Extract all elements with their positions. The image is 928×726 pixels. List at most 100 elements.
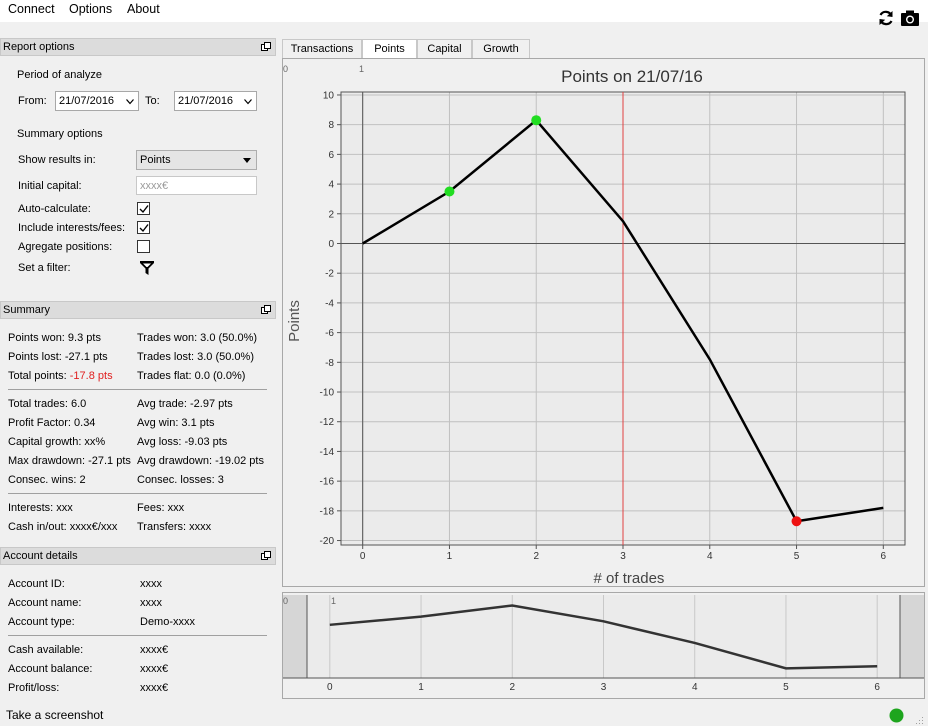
overview-chart[interactable]: 0 1 2 3 4 5 6 0 1 <box>283 593 924 698</box>
y-tick-label: 0 <box>328 239 334 250</box>
account-balance-label: Account balance: <box>8 663 93 675</box>
overview-x-tick-label: 0 <box>327 682 333 693</box>
profit-loss-value: xxxx€ <box>140 682 169 694</box>
x-axis-label: # of trades <box>594 570 665 586</box>
overview-chart-frame: 0 1 2 3 4 5 6 0 1 <box>282 592 925 699</box>
win-point <box>444 186 455 197</box>
y-tick-label: -10 <box>320 388 335 399</box>
overview-right-shade <box>900 595 924 678</box>
to-date-input[interactable]: 21/07/2016 <box>174 91 257 111</box>
include-fees-label: Include interests/fees: <box>18 222 126 234</box>
total-trades: Total trades: 6.0 <box>8 398 87 410</box>
overview-x-tick-label: 6 <box>874 682 880 693</box>
corner-label-0: 0 <box>283 64 288 74</box>
interests: Interests: xxx <box>8 502 73 514</box>
to-date-value: 21/07/2016 <box>178 95 234 107</box>
y-tick-label: 6 <box>328 150 334 161</box>
tab-growth[interactable]: Growth <box>472 39 530 59</box>
undock-icon[interactable] <box>261 305 271 314</box>
avg-drawdown: Avg drawdown: -19.02 pts <box>137 455 264 467</box>
filter-icon[interactable] <box>139 260 155 276</box>
tab-points[interactable]: Points <box>362 39 417 60</box>
max-drawdown: Max drawdown: -27.1 pts <box>8 455 131 467</box>
status-bar: Take a screenshot <box>0 706 928 726</box>
capital-growth: Capital growth: xx% <box>8 436 106 448</box>
cash-available-label: Cash available: <box>8 644 84 656</box>
camera-icon[interactable] <box>900 8 920 28</box>
transfers: Transfers: xxxx <box>137 521 212 533</box>
trades-flat: Trades flat: 0.0 (0.0%) <box>137 370 246 382</box>
initial-capital-label: Initial capital: <box>18 180 82 192</box>
show-results-select[interactable]: Points <box>136 150 257 170</box>
account-name-label: Account name: <box>8 597 82 609</box>
summary-header[interactable]: Summary <box>0 301 276 319</box>
screenshot-link[interactable]: Take a screenshot <box>6 708 103 722</box>
corner-label-1: 1 <box>359 64 364 74</box>
tab-transactions[interactable]: Transactions <box>282 39 362 59</box>
points-won: Points won: 9.3 pts <box>8 332 101 344</box>
chart-title: Points on 21/07/16 <box>561 67 703 86</box>
x-tick-label: 3 <box>620 551 626 562</box>
overview-x-tick-label: 5 <box>783 682 789 693</box>
min-point <box>791 516 802 527</box>
aggregate-checkbox[interactable] <box>137 240 150 253</box>
win-point <box>531 115 542 126</box>
tab-capital[interactable]: Capital <box>417 39 472 59</box>
filter-label: Set a filter: <box>18 262 71 274</box>
account-balance-value: xxxx€ <box>140 663 169 675</box>
initial-capital-placeholder: xxxx€ <box>140 180 169 192</box>
period-label: Period of analyze <box>17 69 102 81</box>
to-label: To: <box>145 95 160 107</box>
menu-options[interactable]: Options <box>69 2 112 16</box>
initial-capital-input[interactable]: xxxx€ <box>136 176 257 195</box>
overview-x-tick-label: 2 <box>509 682 515 693</box>
x-tick-label: 2 <box>533 551 539 562</box>
x-tick-label: 0 <box>360 551 366 562</box>
y-tick-label: -8 <box>325 358 334 369</box>
total-points: Total points: -17.8 pts <box>8 370 113 382</box>
from-date-input[interactable]: 21/07/2016 <box>55 91 139 111</box>
undock-icon[interactable] <box>261 42 271 51</box>
connection-status-icon <box>889 708 904 723</box>
y-tick-label: -14 <box>320 447 335 458</box>
show-results-label: Show results in: <box>18 154 96 166</box>
divider <box>8 493 267 494</box>
overview-x-tick-label: 4 <box>692 682 698 693</box>
dropdown-arrow-icon <box>243 158 251 163</box>
report-options-header[interactable]: Report options <box>0 38 276 56</box>
account-details-title: Account details <box>3 550 78 562</box>
overview-left-shade <box>283 595 307 678</box>
summary-options-label: Summary options <box>17 128 103 140</box>
points-chart-frame: 0 1 2 3 4 5 6 10 8 6 4 2 0 -2 -4 -6 -8 -10 -12 -14 -16 -18 -20… <box>282 58 925 587</box>
points-chart[interactable]: 0 1 2 3 4 5 61086420-2-4-6-8-10-12-14-16-18-20… <box>283 59 924 587</box>
overview-x-tick-label: 1 <box>418 682 424 693</box>
overview-corner-label-0: 0 <box>283 596 288 606</box>
undock-icon[interactable] <box>261 551 271 560</box>
y-tick-label: -2 <box>325 269 334 280</box>
x-tick-label: 4 <box>707 551 713 562</box>
auto-calculate-checkbox[interactable] <box>137 202 150 215</box>
y-tick-label: -4 <box>325 298 334 309</box>
refresh-icon[interactable] <box>876 8 896 28</box>
divider <box>8 635 267 636</box>
cash-inout: Cash in/out: xxxx€/xxx <box>8 521 118 533</box>
left-dock: Report options Period of analyze From: 2… <box>0 38 277 706</box>
account-id-value: xxxx <box>140 578 162 590</box>
trades-lost: Trades lost: 3.0 (50.0%) <box>137 351 254 363</box>
consec-wins: Consec. wins: 2 <box>8 474 86 486</box>
y-tick-label: 4 <box>328 180 334 191</box>
y-tick-label: -18 <box>320 506 335 517</box>
account-details-header[interactable]: Account details <box>0 547 276 565</box>
menu-bar: Connect Options About <box>0 0 928 22</box>
size-grip-icon[interactable] <box>915 716 924 725</box>
avg-win: Avg win: 3.1 pts <box>137 417 215 429</box>
account-name-value: xxxx <box>140 597 162 609</box>
checkmark-icon <box>139 205 149 214</box>
menu-about[interactable]: About <box>127 2 160 16</box>
profit-loss-label: Profit/loss: <box>8 682 60 694</box>
divider <box>8 389 267 390</box>
summary-title: Summary <box>3 304 51 316</box>
include-fees-checkbox[interactable] <box>137 221 150 234</box>
fees: Fees: xxx <box>137 502 185 514</box>
menu-connect[interactable]: Connect <box>8 2 55 16</box>
